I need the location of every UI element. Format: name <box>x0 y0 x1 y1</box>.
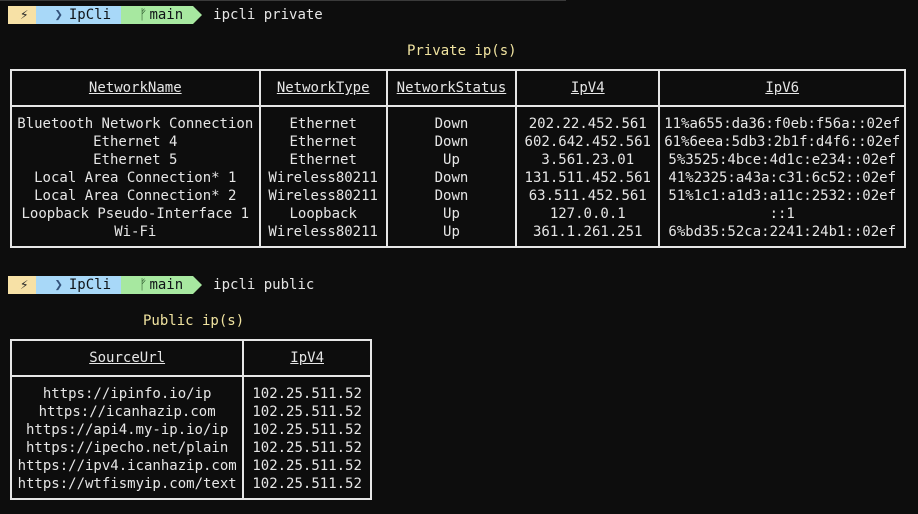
source-url-cell: https://ipv4.icanhazip.com <box>11 457 245 475</box>
private-ips-table: NetworkName NetworkType NetworkStatus Ip… <box>10 69 906 248</box>
ipv4-cell: 102.25.511.52 <box>252 386 362 402</box>
table-row: Ethernet 4 Ethernet Down 602.642.452.561… <box>11 133 905 151</box>
chevron-right-icon: ❯ <box>54 7 63 23</box>
source-url-cell: https://ipinfo.io/ip <box>11 376 245 403</box>
table-row: https://ipv4.icanhazip.com 102.25.511.52 <box>11 457 371 475</box>
table-row: Bluetooth Network Connection Ethernet Do… <box>11 106 905 133</box>
ipv6-cell: 41%2325:a43a:c31:6c52::02ef <box>668 170 896 186</box>
prompt-status-segment: ⚡ <box>8 6 46 24</box>
prompt-git-segment: ᚠ main <box>121 6 203 24</box>
ipv4-cell: 361.1.261.251 <box>516 223 661 247</box>
table-row: https://ipinfo.io/ip 102.25.511.52 <box>11 376 371 403</box>
prompt-git-segment: ᚠ main <box>121 276 203 294</box>
column-header-network-status: NetworkStatus <box>386 70 518 107</box>
column-header-source-url: SourceUrl <box>11 340 245 377</box>
ipv4-cell: 3.561.23.01 <box>516 151 661 169</box>
ipv6-cell: 51%1c1:a1d3:a11c:2532::02ef <box>668 188 896 204</box>
column-header-network-type: NetworkType <box>259 70 388 107</box>
table-row: https://wtfismyip.com/text 102.25.511.52 <box>11 475 371 499</box>
window-top-border <box>0 0 566 1</box>
ipv4-cell: 202.22.452.561 <box>516 106 661 133</box>
table-row: Local Area Connection* 1 Wireless80211 D… <box>11 169 905 187</box>
network-status-cell: Down <box>386 169 518 187</box>
network-status-cell: Down <box>386 106 518 133</box>
ipv6-cell: 5%3525:4bce:4d1c:e234::02ef <box>668 152 896 168</box>
prompt-branch: main <box>149 277 184 293</box>
network-name-cell: Ethernet 5 <box>11 151 261 169</box>
ipv6-cell: 6%bd35:52ca:2241:24b1::02ef <box>668 224 896 240</box>
table-row: Ethernet 5 Ethernet Up 3.561.23.01 5%352… <box>11 151 905 169</box>
source-url-cell: https://api4.my-ip.io/ip <box>11 421 245 439</box>
table-row: https://ipecho.net/plain 102.25.511.52 <box>11 439 371 457</box>
ipv4-cell: 131.511.452.561 <box>516 169 661 187</box>
network-type-cell: Ethernet <box>259 151 388 169</box>
ipv4-cell: 63.511.452.561 <box>516 187 661 205</box>
table-row: https://icanhazip.com 102.25.511.52 <box>11 403 371 421</box>
public-ips-caption: Public ip(s) <box>143 313 245 329</box>
ipv6-cell: 61%6eea:5db3:2b1f:d4f6::02ef <box>664 134 901 150</box>
table-row: https://api4.my-ip.io/ip 102.25.511.52 <box>11 421 371 439</box>
source-url-cell: https://ipecho.net/plain <box>11 439 245 457</box>
prompt-directory: IpCli <box>68 7 112 23</box>
table-row: Local Area Connection* 2 Wireless80211 D… <box>11 187 905 205</box>
network-name-cell: Wi-Fi <box>11 223 261 247</box>
shell-prompt-private: ⚡ ❯ IpCli ᚠ main ipcli private <box>8 6 323 24</box>
prompt-branch: main <box>149 7 184 23</box>
source-url-cell: https://icanhazip.com <box>11 403 245 421</box>
column-header-ipv4: IpV4 <box>243 340 371 377</box>
private-ips-caption: Private ip(s) <box>407 43 517 59</box>
prompt-status-segment: ⚡ <box>8 276 46 294</box>
column-header-ipv6: IpV6 <box>659 70 905 107</box>
network-type-cell: Ethernet <box>259 133 388 151</box>
network-name-cell: Local Area Connection* 2 <box>11 187 261 205</box>
ipv6-cell: 11%a655:da36:f0eb:f56a::02ef <box>664 116 901 132</box>
network-type-cell: Loopback <box>259 205 388 223</box>
table-row: Wi-Fi Wireless80211 Up 361.1.261.251 6%b… <box>11 223 905 247</box>
network-status-cell: Up <box>386 223 518 247</box>
ipv4-cell: 102.25.511.52 <box>252 458 362 474</box>
source-url-cell: https://wtfismyip.com/text <box>11 475 245 499</box>
ipv4-cell: 602.642.452.561 <box>516 133 661 151</box>
network-name-cell: Local Area Connection* 1 <box>11 169 261 187</box>
column-header-ipv4: IpV4 <box>516 70 661 107</box>
ipv6-cell: ::1 <box>769 206 795 222</box>
network-type-cell: Wireless80211 <box>259 169 388 187</box>
git-branch-icon: ᚠ <box>139 277 148 293</box>
lightning-icon: ⚡ <box>20 7 29 23</box>
column-header-network-name: NetworkName <box>11 70 261 107</box>
ipv4-cell: 102.25.511.52 <box>252 422 362 438</box>
network-status-cell: Up <box>386 205 518 223</box>
network-name-cell: Bluetooth Network Connection <box>11 106 261 133</box>
lightning-icon: ⚡ <box>20 277 29 293</box>
public-ips-table: SourceUrl IpV4 https://ipinfo.io/ip 102.… <box>10 339 372 500</box>
network-status-cell: Down <box>386 133 518 151</box>
shell-prompt-public: ⚡ ❯ IpCli ᚠ main ipcli public <box>8 276 314 294</box>
git-branch-icon: ᚠ <box>139 7 148 23</box>
network-status-cell: Up <box>386 151 518 169</box>
prompt-command: ipcli private <box>213 7 323 23</box>
network-type-cell: Wireless80211 <box>259 223 388 247</box>
ipv4-cell: 102.25.511.52 <box>252 440 362 456</box>
prompt-directory: IpCli <box>68 277 112 293</box>
network-type-cell: Wireless80211 <box>259 187 388 205</box>
network-name-cell: Loopback Pseudo-Interface 1 <box>11 205 261 223</box>
prompt-directory-segment: ❯ IpCli <box>36 276 131 294</box>
chevron-right-icon: ❯ <box>54 277 63 293</box>
ipv4-cell: 102.25.511.52 <box>252 404 362 420</box>
network-name-cell: Ethernet 4 <box>11 133 261 151</box>
ipv4-cell: 102.25.511.52 <box>252 476 362 492</box>
table-row: Loopback Pseudo-Interface 1 Loopback Up … <box>11 205 905 223</box>
prompt-directory-segment: ❯ IpCli <box>36 6 131 24</box>
prompt-command: ipcli public <box>213 277 315 293</box>
ipv4-cell: 127.0.0.1 <box>516 205 661 223</box>
network-type-cell: Ethernet <box>259 106 388 133</box>
network-status-cell: Down <box>386 187 518 205</box>
